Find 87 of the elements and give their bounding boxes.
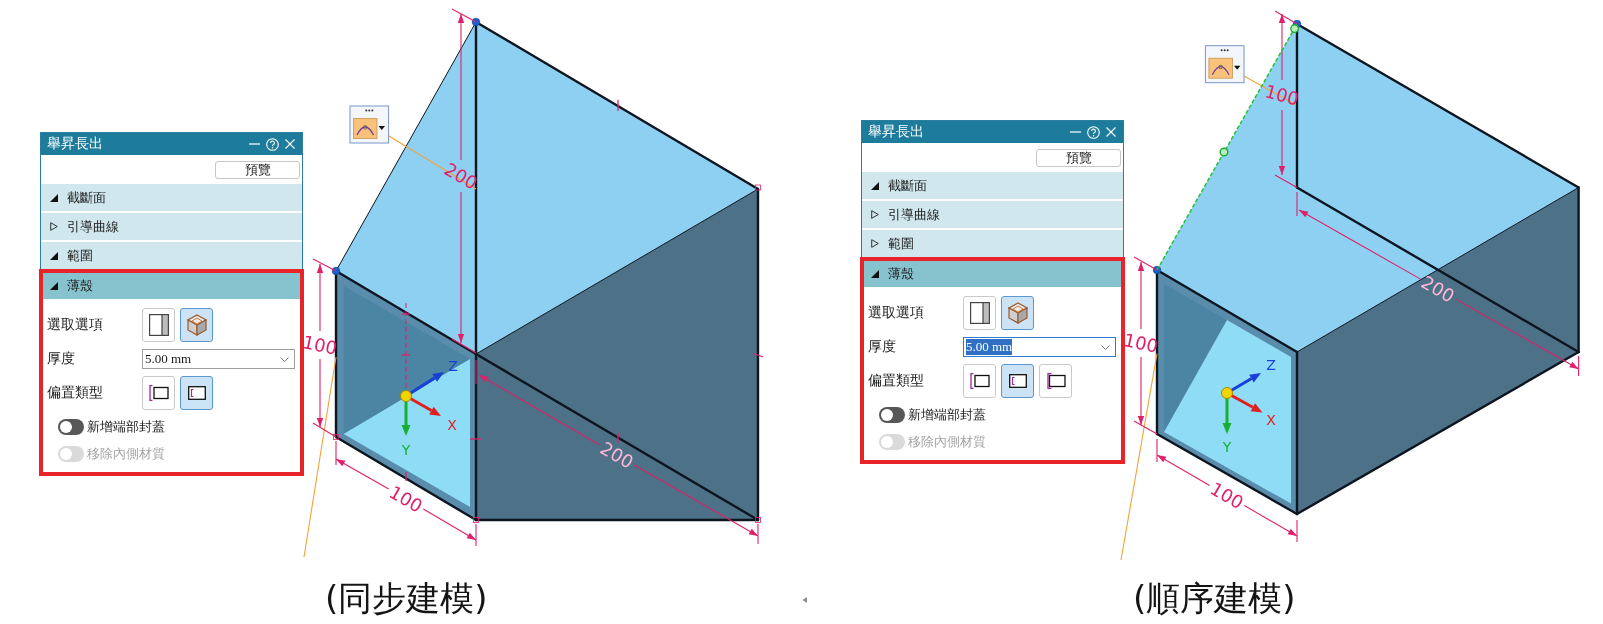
- help-icon[interactable]: [266, 137, 279, 151]
- cube-icon: [186, 314, 207, 336]
- toggle-label: 移除內側材質: [908, 433, 986, 451]
- panel-title: 舉昇長出: [47, 135, 104, 153]
- section-title: 薄殼: [888, 265, 914, 283]
- select-option-button[interactable]: [963, 296, 996, 330]
- dimension-value[interactable]: 100: [1122, 329, 1160, 357]
- figure-caption: (同步建模): [325, 578, 488, 618]
- field-label: 厚度: [47, 350, 76, 368]
- panel-title: 舉昇長出: [868, 123, 925, 141]
- vertex-dot-icon: [1152, 265, 1162, 275]
- overlap-bracket-rectangle-icon: [1045, 373, 1066, 389]
- axis-label: Z: [448, 358, 458, 374]
- section-title: 範圍: [67, 246, 93, 265]
- figure-caption: (順序建模): [1133, 578, 1296, 618]
- toggle-label: 新增端部封蓋: [908, 406, 986, 424]
- curve-tool-button[interactable]: [353, 118, 378, 139]
- curve-icon: [356, 125, 375, 136]
- field-label: 偏置類型: [868, 372, 925, 390]
- help-icon[interactable]: [1087, 125, 1100, 139]
- offset-type-button[interactable]: [142, 376, 175, 410]
- dropdown-caret-icon[interactable]: [1233, 65, 1241, 70]
- dropdown-caret-icon[interactable]: [378, 126, 385, 130]
- select-option-button[interactable]: [1001, 296, 1034, 330]
- offset-type-button[interactable]: [963, 364, 996, 398]
- outer-bracket-rectangle-icon: [148, 385, 169, 401]
- toggle-label: 移除內側材質: [87, 445, 165, 463]
- origin-point-icon[interactable]: [1221, 387, 1233, 399]
- dimension-value[interactable]: 100: [1206, 477, 1248, 514]
- section-header[interactable]: 截斷面: [41, 184, 302, 211]
- toggle-label: 新增端部封蓋: [87, 418, 165, 436]
- select-option-button[interactable]: [142, 308, 175, 342]
- dimension-value[interactable]: 100: [301, 331, 339, 359]
- curve-icon: [1211, 64, 1230, 76]
- thickness-dropdown[interactable]: 5.00 mm: [963, 337, 1116, 357]
- preview-button[interactable]: 預覽: [215, 161, 300, 179]
- vertex-dot-icon: [471, 17, 481, 27]
- vertex-dot-icon: [331, 266, 341, 276]
- chevron-down-icon: [1101, 344, 1110, 350]
- field-label: 厚度: [868, 338, 897, 356]
- offset-type-button[interactable]: [1001, 364, 1034, 398]
- more-icon[interactable]: [1220, 49, 1229, 52]
- split-rectangle-icon: [148, 314, 169, 336]
- chevron-down-icon: [280, 356, 289, 362]
- axis-label: Y: [401, 442, 411, 458]
- more-icon[interactable]: [365, 109, 374, 112]
- field-label: 選取選項: [868, 304, 925, 322]
- section-header[interactable]: 引導曲線: [41, 213, 302, 240]
- section-title: 引導曲線: [67, 217, 119, 236]
- preview-button[interactable]: 預覽: [1036, 149, 1121, 167]
- section-title: 截斷面: [67, 188, 106, 207]
- field-label: 偏置類型: [47, 384, 104, 402]
- curve-tool-button[interactable]: [1208, 57, 1233, 79]
- small-triangle-icon: [802, 597, 807, 603]
- offset-type-button[interactable]: [180, 376, 213, 410]
- section-header[interactable]: 範圍: [862, 230, 1123, 257]
- section-header[interactable]: 薄殼: [864, 261, 1121, 287]
- section-header[interactable]: 薄殼: [43, 273, 300, 299]
- inner-bracket-rectangle-icon: [187, 386, 206, 400]
- curve-handle-icon[interactable]: [1219, 147, 1229, 157]
- split-rectangle-icon: [969, 302, 990, 324]
- outer-bracket-rectangle-icon: [969, 373, 990, 389]
- section-header[interactable]: 範圍: [41, 242, 302, 269]
- origin-point-icon[interactable]: [400, 390, 412, 402]
- field-label: 選取選項: [47, 316, 104, 334]
- axis-label: Y: [1222, 439, 1232, 455]
- leader-line: [1243, 75, 1297, 106]
- inner-bracket-rectangle-icon: [1008, 374, 1027, 388]
- section-title: 薄殼: [67, 277, 93, 295]
- section-title: 範圍: [888, 234, 914, 253]
- section-header[interactable]: 截斷面: [862, 172, 1123, 199]
- curve-handle-icon[interactable]: [1290, 24, 1300, 34]
- toggle-switch[interactable]: [58, 419, 84, 435]
- close-icon[interactable]: [1106, 127, 1116, 137]
- section-title: 引導曲線: [888, 205, 940, 224]
- axis-label: X: [447, 417, 457, 433]
- section-header[interactable]: 引導曲線: [862, 201, 1123, 228]
- close-icon[interactable]: [285, 139, 295, 149]
- axis-label: X: [1266, 412, 1276, 428]
- cube-icon: [1007, 302, 1028, 324]
- thickness-dropdown[interactable]: 5.00 mm: [142, 349, 295, 369]
- section-title: 截斷面: [888, 176, 927, 195]
- offset-type-button[interactable]: [1039, 364, 1072, 398]
- axis-label: Z: [1266, 357, 1276, 373]
- toggle-switch[interactable]: [879, 407, 905, 423]
- select-option-button[interactable]: [180, 308, 213, 342]
- dimension-value[interactable]: 100: [385, 481, 427, 517]
